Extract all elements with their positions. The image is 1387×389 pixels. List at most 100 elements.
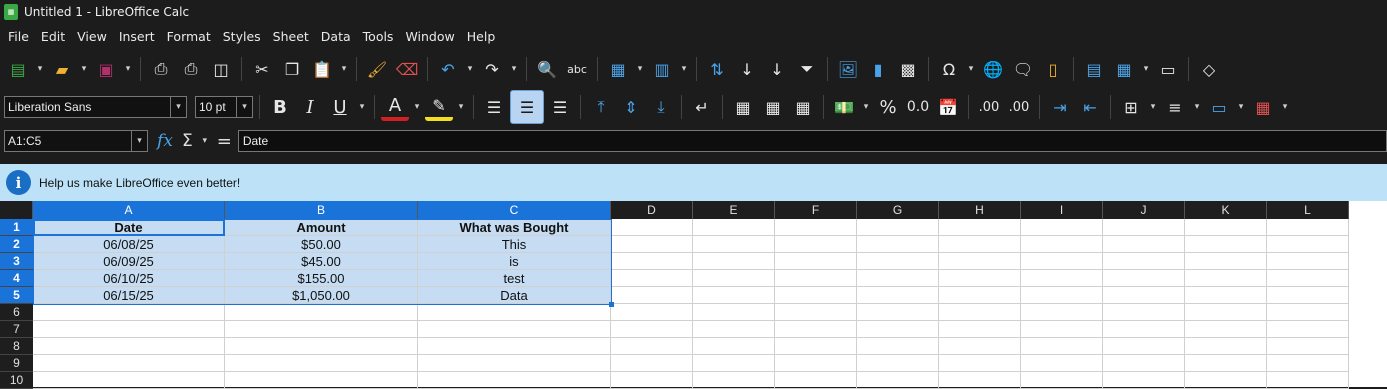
- cell-i6[interactable]: [1021, 304, 1103, 321]
- cell-e7[interactable]: [693, 321, 775, 338]
- cell-b8[interactable]: [225, 338, 418, 355]
- cell-l2[interactable]: [1267, 236, 1349, 253]
- cell-j5[interactable]: [1103, 287, 1185, 304]
- borders-dropdown-icon[interactable]: ▾: [1147, 93, 1159, 121]
- spelling-icon[interactable]: abc: [563, 55, 591, 83]
- menu-styles[interactable]: Styles: [217, 29, 267, 44]
- cell-g6[interactable]: [857, 304, 939, 321]
- paste-icon[interactable]: 📋: [308, 55, 336, 83]
- cell-d8[interactable]: [611, 338, 693, 355]
- font-color-dropdown-icon[interactable]: ▾: [411, 93, 423, 121]
- hyperlink-icon[interactable]: 🌐: [979, 55, 1007, 83]
- cell-j8[interactable]: [1103, 338, 1185, 355]
- undo-icon[interactable]: ↶: [434, 55, 462, 83]
- cell-d6[interactable]: [611, 304, 693, 321]
- new-dropdown-icon[interactable]: ▾: [34, 55, 46, 83]
- clear-formatting-icon[interactable]: ⌫: [393, 55, 421, 83]
- define-print-area-icon[interactable]: ▤: [1080, 55, 1108, 83]
- cell-b6[interactable]: [225, 304, 418, 321]
- align-bottom-icon[interactable]: ⤓: [647, 93, 675, 121]
- cell-i10[interactable]: [1021, 372, 1103, 389]
- bold-icon[interactable]: B: [266, 93, 294, 121]
- cell-k2[interactable]: [1185, 236, 1267, 253]
- cell-d5[interactable]: [611, 287, 693, 304]
- cell-j2[interactable]: [1103, 236, 1185, 253]
- cell-d10[interactable]: [611, 372, 693, 389]
- column-header-l[interactable]: L: [1267, 201, 1349, 219]
- chevron-down-icon[interactable]: ▾: [131, 131, 147, 151]
- cell-f4[interactable]: [775, 270, 857, 287]
- border-style-icon[interactable]: ≡: [1161, 93, 1189, 121]
- merge-center-icon[interactable]: ▦: [729, 93, 757, 121]
- open-folder-icon[interactable]: ▰: [48, 55, 76, 83]
- cell-e1[interactable]: [693, 219, 775, 236]
- cell-c2[interactable]: This: [418, 236, 611, 253]
- align-middle-icon[interactable]: ⇕: [617, 93, 645, 121]
- cell-g3[interactable]: [857, 253, 939, 270]
- font-size-combo[interactable]: 10 pt ▾: [195, 96, 253, 118]
- align-left-icon[interactable]: ☰: [480, 93, 508, 121]
- save-icon[interactable]: ▣: [92, 55, 120, 83]
- column-header-e[interactable]: E: [693, 201, 775, 219]
- cell-c5[interactable]: Data: [418, 287, 611, 304]
- cell-g8[interactable]: [857, 338, 939, 355]
- autofilter-icon[interactable]: ⏷: [793, 55, 821, 83]
- column-header-i[interactable]: I: [1021, 201, 1103, 219]
- cell-k5[interactable]: [1185, 287, 1267, 304]
- cell-c1[interactable]: What was Bought: [418, 219, 611, 236]
- cell-g9[interactable]: [857, 355, 939, 372]
- row-header-10[interactable]: 10: [0, 372, 33, 389]
- sort-ascending-icon[interactable]: ↓: [733, 55, 761, 83]
- insert-chart-icon[interactable]: ▮: [864, 55, 892, 83]
- cell-a7[interactable]: [33, 321, 225, 338]
- cell-l10[interactable]: [1267, 372, 1349, 389]
- show-draw-functions-icon[interactable]: ◇: [1195, 55, 1223, 83]
- conditional-format-icon[interactable]: ▦: [1249, 93, 1277, 121]
- print-preview-icon[interactable]: ◫: [207, 55, 235, 83]
- increase-indent-icon[interactable]: ⇥: [1046, 93, 1074, 121]
- chevron-down-icon[interactable]: ▾: [170, 97, 186, 117]
- sort-icon[interactable]: ⇅: [703, 55, 731, 83]
- column-icon[interactable]: ▥: [648, 55, 676, 83]
- cell-c9[interactable]: [418, 355, 611, 372]
- cell-g10[interactable]: [857, 372, 939, 389]
- row-icon[interactable]: ▦: [604, 55, 632, 83]
- column-header-g[interactable]: G: [857, 201, 939, 219]
- cell-d4[interactable]: [611, 270, 693, 287]
- cell-l3[interactable]: [1267, 253, 1349, 270]
- row-header-5[interactable]: 5: [0, 287, 33, 304]
- new-document-icon[interactable]: ▤: [4, 55, 32, 83]
- cell-f8[interactable]: [775, 338, 857, 355]
- formula-input[interactable]: Date: [237, 130, 1387, 152]
- menu-window[interactable]: Window: [399, 29, 460, 44]
- cell-b7[interactable]: [225, 321, 418, 338]
- cell-c6[interactable]: [418, 304, 611, 321]
- cell-h1[interactable]: [939, 219, 1021, 236]
- cell-a4[interactable]: 06/10/25: [33, 270, 225, 287]
- cell-f7[interactable]: [775, 321, 857, 338]
- sort-descending-icon[interactable]: ↓: [763, 55, 791, 83]
- cell-h5[interactable]: [939, 287, 1021, 304]
- percent-format-icon[interactable]: %: [874, 93, 902, 121]
- cell-a6[interactable]: [33, 304, 225, 321]
- cell-i5[interactable]: [1021, 287, 1103, 304]
- copy-icon[interactable]: ❐: [278, 55, 306, 83]
- border-color-dropdown-icon[interactable]: ▾: [1235, 93, 1247, 121]
- conditional-format-dropdown-icon[interactable]: ▾: [1279, 93, 1291, 121]
- cell-f10[interactable]: [775, 372, 857, 389]
- menu-view[interactable]: View: [71, 29, 113, 44]
- cell-b4[interactable]: $155.00: [225, 270, 418, 287]
- cell-k1[interactable]: [1185, 219, 1267, 236]
- column-header-c[interactable]: C: [418, 201, 611, 219]
- cell-h4[interactable]: [939, 270, 1021, 287]
- cell-e5[interactable]: [693, 287, 775, 304]
- cell-b9[interactable]: [225, 355, 418, 372]
- cell-j6[interactable]: [1103, 304, 1185, 321]
- cell-f2[interactable]: [775, 236, 857, 253]
- row-header-9[interactable]: 9: [0, 355, 33, 372]
- cell-g2[interactable]: [857, 236, 939, 253]
- border-color-icon[interactable]: ▭: [1205, 93, 1233, 121]
- cell-e4[interactable]: [693, 270, 775, 287]
- row-header-4[interactable]: 4: [0, 270, 33, 287]
- decrease-indent-icon[interactable]: ⇤: [1076, 93, 1104, 121]
